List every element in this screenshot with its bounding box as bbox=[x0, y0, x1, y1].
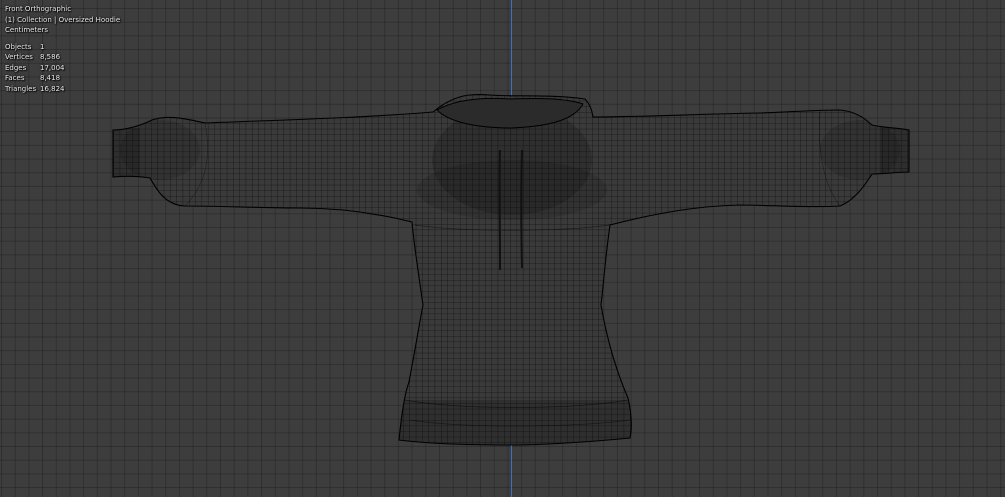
3d-viewport[interactable]: Front Orthographic (1) Collection | Over… bbox=[0, 0, 1005, 497]
stat-label: Edges bbox=[5, 63, 27, 72]
units-label: Centimeters bbox=[5, 26, 49, 34]
stat-value: 16,824 bbox=[40, 84, 65, 93]
stat-label: Triangles bbox=[5, 84, 37, 93]
collection-label: (1) Collection | Oversized Hoodie bbox=[5, 15, 121, 24]
view-name-label: Front Orthographic bbox=[5, 5, 72, 13]
stat-value: 8,418 bbox=[40, 74, 61, 82]
stat-value: 17,004 bbox=[40, 63, 65, 72]
stat-value: 8,586 bbox=[40, 53, 61, 61]
stat-row-triangles: Triangles 16,824 bbox=[5, 84, 120, 95]
stat-value: 1 bbox=[40, 42, 45, 51]
drawstring-right bbox=[520, 149, 523, 269]
hoodie-wireframe-mesh[interactable] bbox=[0, 0, 1005, 497]
mesh-faces bbox=[113, 94, 909, 446]
stat-row-faces: Faces 8,418 bbox=[5, 73, 120, 84]
scene-statistics: Objects 1 Vertices 8,586 Edges 17,004 Fa… bbox=[5, 42, 120, 95]
stat-label: Objects bbox=[5, 42, 32, 51]
stat-label: Vertices bbox=[5, 53, 33, 61]
stat-row-edges: Edges 17,004 bbox=[5, 63, 120, 74]
stat-row-objects: Objects 1 bbox=[5, 42, 120, 53]
stat-row-vertices: Vertices 8,586 bbox=[5, 52, 120, 63]
stat-label: Faces bbox=[5, 74, 25, 82]
viewport-info-overlay: Front Orthographic (1) Collection | Over… bbox=[5, 4, 120, 94]
